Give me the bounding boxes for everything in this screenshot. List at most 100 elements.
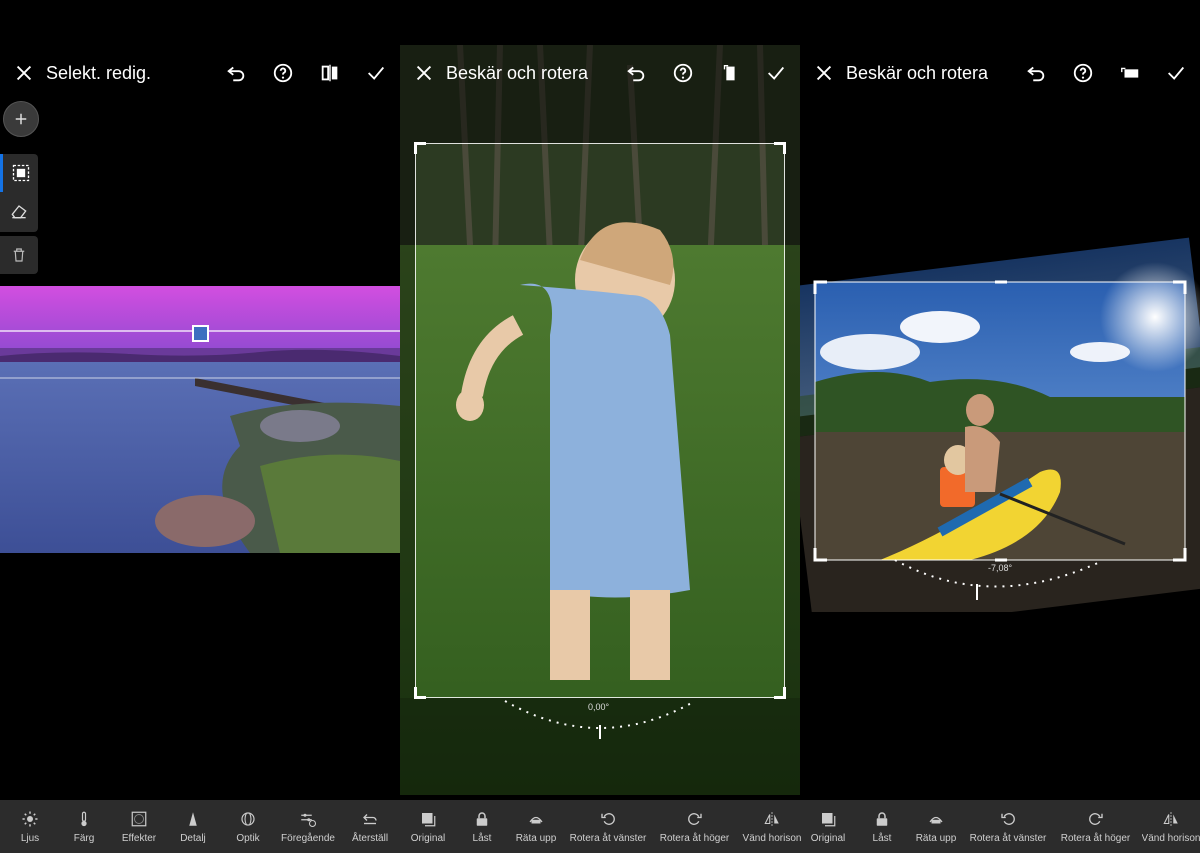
toolbar-item-rotate-right[interactable]: Rotera åt höger [657,800,732,853]
toolbar-item-light[interactable]: Ljus [10,800,50,853]
crop-handle-bottom-right[interactable] [774,687,786,699]
original-icon [822,813,836,827]
rotate-left-icon [1001,813,1015,825]
toolbar-item-label: Vänd horison [1142,833,1200,844]
rotate-right-icon [1088,813,1103,825]
toolbar-item-rotate-left[interactable]: Rotera åt vänster [568,800,648,853]
plus-icon [15,113,27,125]
thermometer-icon [81,811,87,827]
toolbar-item-rotate-left[interactable]: Rotera åt vänster [968,800,1048,853]
help-icon[interactable] [271,61,295,85]
selective-edit-header: Selekt. redig. [0,53,400,93]
toolbar-item-previous[interactable]: Föregående [278,800,338,853]
toolbar-item-locked[interactable]: Låst [862,800,902,853]
undo-icon[interactable] [624,61,648,85]
toolbar-item-locked[interactable]: Låst [462,800,502,853]
vignette-icon [131,811,147,827]
toolbar-item-label: Räta upp [915,833,957,844]
confirm-check-icon[interactable] [764,61,788,85]
crop-handle-top-right[interactable] [774,142,786,154]
crop-header-portrait: Beskär och rotera [400,53,800,93]
rotate-left-icon [601,813,615,825]
undo-icon[interactable] [1024,61,1048,85]
lock-icon [876,812,888,826]
bottom-toolbar: Ljus Färg Effekter Detalj Optik Föregåen… [0,800,1200,853]
toolbar-item-label: Föregående [281,833,335,844]
toolbar-item-label: Detalj [180,833,206,844]
trash-icon [13,248,25,262]
toolbar-item-label: Låst [872,833,892,844]
lens-icon [241,812,255,826]
toolbar-item-label: Återställ [351,833,389,844]
toolbar-item-label: Färg [73,833,95,844]
toolbar-item-detail[interactable]: Detalj [173,800,213,853]
toolbar-item-flip-horizontal[interactable]: Vänd horison [1142,800,1200,853]
toolbar-item-color[interactable]: Färg [64,800,104,853]
lake-photo[interactable] [0,286,400,553]
crop-rotate-panel-landscape: Beskär och rotera -7,08° [800,0,1200,800]
rotation-angle-label: 0,00° [588,702,610,712]
rotation-angle-label: -7,08° [988,563,1013,573]
selective-edit-panel: Selekt. redig. [0,0,400,800]
toolbar-item-optics[interactable]: Optik [228,800,268,853]
crop-header-landscape: Beskär och rotera [800,53,1200,93]
lock-icon [476,812,488,826]
reset-icon [363,814,377,825]
help-icon[interactable] [671,61,695,85]
toolbar-item-label: Rotera åt vänster [569,833,647,844]
paddleboard-photo[interactable] [800,232,1200,612]
toolbar-item-label: Original [410,833,446,844]
toolbar-item-original[interactable]: Original [403,800,453,853]
aspect-portrait-icon[interactable] [718,61,742,85]
toolbar-item-label: Optik [236,833,260,844]
toolbar-item-label: Original [810,833,846,844]
marquee-icon [12,164,29,182]
crop-frame[interactable] [414,142,786,699]
confirm-check-icon[interactable] [1164,61,1188,85]
confirm-check-icon[interactable] [364,61,388,85]
panel-title: Beskär och rotera [846,62,989,83]
panel-title: Beskär och rotera [446,62,589,83]
select-mask-button[interactable] [0,154,38,192]
close-icon[interactable] [412,61,436,85]
toolbar-item-flip-horizontal[interactable]: Vänd horison [742,800,802,853]
compare-icon[interactable] [318,61,342,85]
panel-title: Selekt. redig. [46,62,152,83]
toolbar-item-original[interactable]: Original [803,800,853,853]
crop-handle-bottom-left[interactable] [414,687,426,699]
mask-tools [0,154,38,232]
close-icon[interactable] [12,61,36,85]
close-icon[interactable] [812,61,836,85]
original-icon [422,813,436,827]
toolbar-item-effects[interactable]: Effekter [114,800,164,853]
crop-handle-top-left[interactable] [414,142,426,154]
add-mask-button[interactable] [3,101,39,137]
toolbar-item-reset[interactable]: Återställ [345,800,395,853]
triangle-icon [189,812,197,826]
rotate-right-icon [687,813,702,825]
toolbar-item-label: Rotera åt höger [1060,833,1131,844]
delete-mask-button[interactable] [0,236,38,274]
undo-icon[interactable] [224,61,248,85]
sliders-icon [301,813,317,828]
toolbar-item-straighten[interactable]: Räta upp [511,800,561,853]
crop-rotate-panel-portrait: 0,00° Beskär och rotera [400,45,800,795]
eraser-button[interactable] [0,192,38,230]
flip-horizontal-icon [764,812,779,826]
eraser-icon [11,205,27,219]
toolbar-item-straighten[interactable]: Räta upp [911,800,961,853]
rotation-dial[interactable] [490,693,710,743]
toolbar-item-label: Rotera åt höger [659,833,730,844]
straighten-icon [929,816,943,824]
delete-tools [0,236,38,274]
toolbar-item-rotate-right[interactable]: Rotera åt höger [1058,800,1133,853]
toolbar-item-label: Räta upp [515,833,557,844]
aspect-landscape-icon[interactable] [1118,61,1142,85]
toolbar-item-label: Låst [472,833,492,844]
toolbar-item-label: Vänd horison [742,833,802,844]
sun-icon [22,811,38,827]
toolbar-item-label: Rotera åt vänster [969,833,1047,844]
help-icon[interactable] [1071,61,1095,85]
straighten-icon [529,816,543,824]
flip-horizontal-icon [1163,812,1178,826]
